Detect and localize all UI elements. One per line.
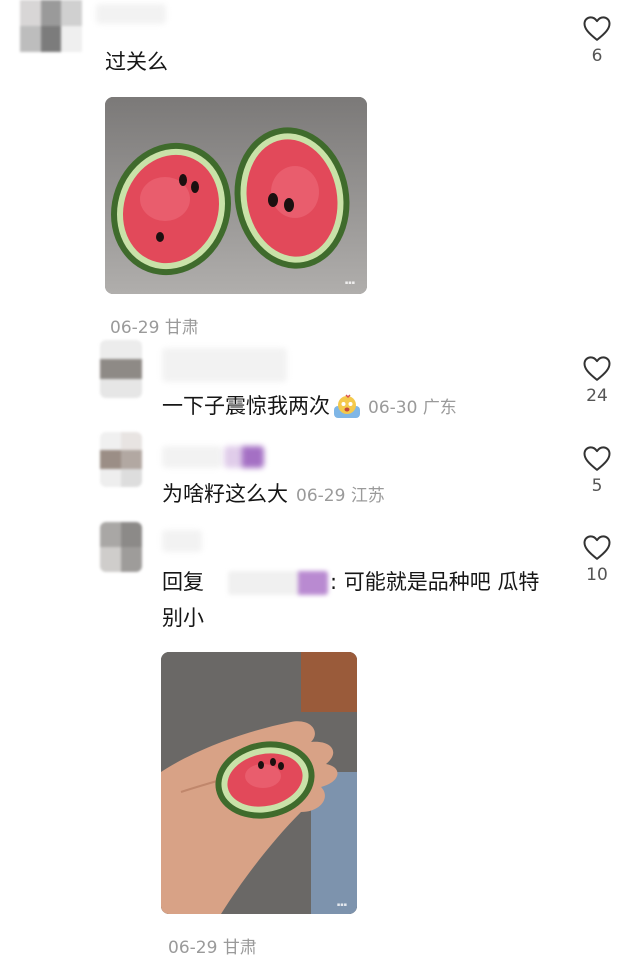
like-button[interactable]: 24 <box>577 354 617 406</box>
comment-text: : 可能就是品种吧 瓜特 <box>330 570 540 594</box>
comment-location: 江苏 <box>350 486 385 506</box>
username-badge-blurred <box>224 446 264 468</box>
watermelon-halves-image <box>105 97 367 294</box>
comment-date: 06-29 <box>110 318 160 338</box>
like-button[interactable]: 5 <box>577 444 617 496</box>
scared-face-emoji <box>332 394 362 420</box>
comment-image[interactable]: ▪▪▪ <box>161 652 357 914</box>
avatar[interactable] <box>100 340 142 398</box>
comment-date: 06-29 <box>296 486 346 506</box>
like-count: 10 <box>586 565 608 585</box>
avatar[interactable] <box>100 522 142 572</box>
watermark: ▪▪▪ <box>344 280 355 286</box>
like-count: 6 <box>591 46 603 66</box>
reply-target-user-blurred[interactable] <box>228 571 328 595</box>
heart-outline-icon <box>583 535 611 560</box>
comment-text: 一下子震惊我两次 <box>162 394 330 418</box>
comment-meta: 06-29 甘肃 <box>168 933 257 958</box>
comment-text: 为啥籽这么大 <box>162 482 288 506</box>
comment-text-continued: 别小 <box>162 606 204 630</box>
watermark: ▪▪▪ <box>336 902 347 908</box>
like-count: 5 <box>591 476 603 496</box>
comment-text: 过关么 <box>105 50 168 74</box>
comment-image[interactable]: ▪▪▪ <box>105 97 367 294</box>
avatar[interactable] <box>20 0 82 52</box>
avatar[interactable] <box>100 432 142 487</box>
comment-thread: 过关么 6 ▪▪▪ 06-29 甘肃 一下子震惊我两次 06-30 广东 24 … <box>0 0 640 964</box>
like-count: 24 <box>586 386 608 406</box>
username-blurred[interactable] <box>162 446 222 468</box>
comment-date: 06-29 <box>168 938 218 958</box>
comment-meta: 06-29 甘肃 <box>110 313 199 338</box>
comment-body: 为啥籽这么大 06-29 江苏 <box>162 478 385 512</box>
comment-location: 广东 <box>422 398 457 418</box>
username-blurred[interactable] <box>96 4 166 24</box>
like-button[interactable]: 6 <box>577 14 617 66</box>
heart-outline-icon <box>583 356 611 381</box>
comment-location: 甘肃 <box>222 938 257 958</box>
username-blurred[interactable] <box>162 348 287 382</box>
heart-outline-icon <box>583 16 611 41</box>
reply-prefix: 回复 <box>162 570 204 594</box>
hand-holding-watermelon-image <box>161 652 357 914</box>
like-button[interactable]: 10 <box>577 533 617 585</box>
comment-body: 一下子震惊我两次 06-30 广东 <box>162 390 457 424</box>
username-blurred[interactable] <box>162 530 202 552</box>
heart-outline-icon <box>583 446 611 471</box>
comment-location: 甘肃 <box>164 318 199 338</box>
comment-date: 06-30 <box>368 398 418 418</box>
comment-body: 回复 : 可能就是品种吧 瓜特 <box>162 566 539 598</box>
